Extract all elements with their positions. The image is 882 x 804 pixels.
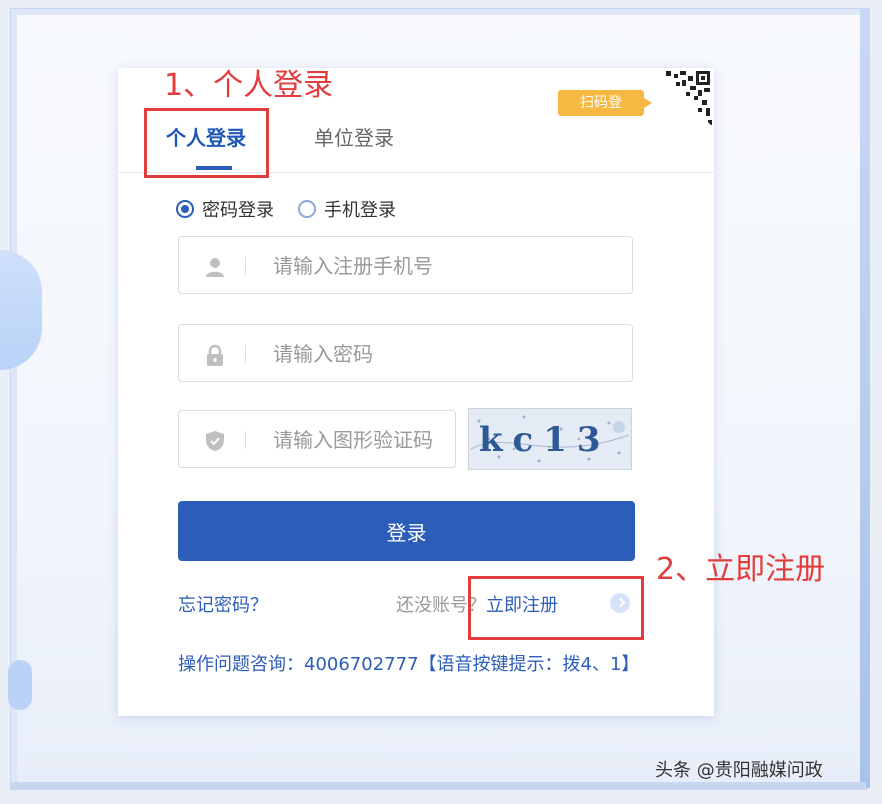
user-icon bbox=[203, 255, 227, 279]
captcha-text: kc13 bbox=[479, 420, 611, 460]
phone-login-label[interactable]: 手机登录 bbox=[324, 196, 396, 222]
field-separator bbox=[245, 431, 246, 449]
watermark: 头条 @贵阳融媒问政 bbox=[655, 760, 823, 781]
scan-login-badge[interactable]: 扫码登 bbox=[558, 90, 652, 116]
password-input[interactable] bbox=[271, 325, 615, 383]
annotation-box-personal-login bbox=[144, 108, 269, 178]
tab-company-login[interactable]: 单位登录 bbox=[314, 122, 394, 151]
annotation-box-register bbox=[468, 576, 644, 640]
login-mode-selector: 密码登录 手机登录 bbox=[176, 196, 420, 222]
help-contact: 操作问题咨询：4006702777【语音按键提示：拨4、1】 bbox=[178, 654, 640, 675]
field-separator bbox=[245, 257, 246, 275]
forgot-password-link[interactable]: 忘记密码？ bbox=[178, 591, 268, 617]
captcha-image[interactable]: kc13 bbox=[468, 408, 632, 470]
phone-input[interactable] bbox=[271, 237, 615, 295]
lock-icon bbox=[203, 343, 227, 367]
password-login-radio[interactable] bbox=[176, 200, 194, 218]
phone-login-radio[interactable] bbox=[298, 200, 316, 218]
field-separator bbox=[245, 345, 246, 363]
captcha-field bbox=[178, 410, 456, 469]
bottom-border bbox=[10, 782, 866, 790]
captcha-input[interactable] bbox=[271, 411, 455, 469]
qr-code-icon[interactable] bbox=[652, 68, 714, 128]
annotation-step-2: 2、立即注册 bbox=[656, 552, 826, 587]
phone-field bbox=[178, 236, 633, 295]
annotation-step-1: 1、个人登录 bbox=[164, 68, 334, 103]
shield-icon bbox=[203, 429, 227, 453]
login-button[interactable]: 登录 bbox=[178, 501, 635, 561]
side-decoration-small bbox=[8, 660, 32, 710]
password-field bbox=[178, 324, 633, 383]
password-login-label[interactable]: 密码登录 bbox=[202, 196, 274, 222]
right-border bbox=[860, 8, 870, 788]
